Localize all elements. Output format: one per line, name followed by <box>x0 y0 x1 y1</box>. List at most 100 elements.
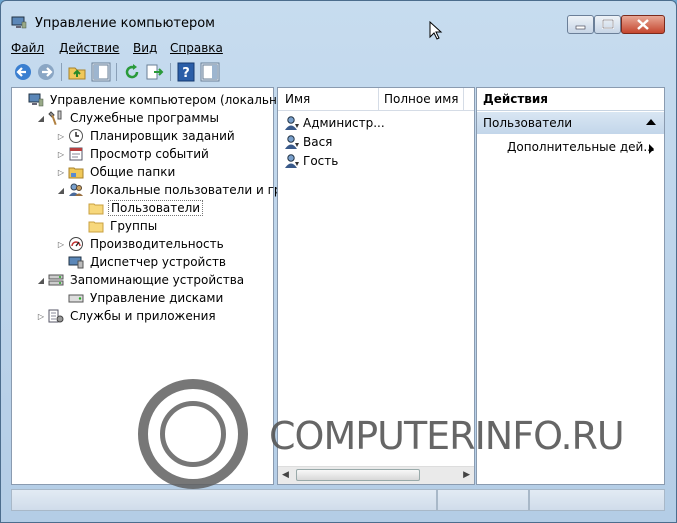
tree-item[interactable]: ◢ Служебные программы <box>36 109 221 127</box>
export-list-icon[interactable] <box>145 62 165 82</box>
list-header: Имя Полное имя <box>278 88 474 111</box>
menu-bar: Файл Действие Вид Справка <box>9 38 665 58</box>
user-icon <box>284 115 300 131</box>
tree-item-label: Диспетчер устройств <box>90 255 227 269</box>
user-icon <box>284 153 300 169</box>
collapse-up-icon <box>646 119 656 125</box>
scrollbar-thumb[interactable] <box>296 469 420 481</box>
tree-item[interactable]: ▷ Службы и приложения <box>36 307 218 325</box>
column-header-name[interactable]: Имя <box>285 92 310 106</box>
close-button[interactable] <box>621 15 665 34</box>
collapsed-arrow-icon[interactable]: ▷ <box>56 168 66 177</box>
collapsed-arrow-icon[interactable]: ▷ <box>56 240 66 249</box>
actions-header-label: Действия <box>483 92 549 106</box>
menu-file-label: Файл <box>11 41 45 55</box>
collapsed-arrow-icon[interactable]: ▷ <box>56 132 66 141</box>
tree-item[interactable]: ◢ Запоминающие устройства <box>36 271 246 289</box>
submenu-arrow-icon <box>649 144 654 154</box>
disk-management-icon <box>68 290 84 306</box>
expanded-arrow-icon[interactable]: ◢ <box>36 276 46 285</box>
menu-help[interactable]: Справка <box>170 41 223 55</box>
close-icon <box>637 19 649 30</box>
collapsed-arrow-icon[interactable]: ▷ <box>56 150 66 159</box>
user-list-row[interactable]: Вася <box>284 133 332 151</box>
column-divider[interactable] <box>463 88 464 110</box>
maximize-icon <box>602 19 614 29</box>
horizontal-scrollbar[interactable]: ◀ ▶ <box>278 466 474 484</box>
users-groups-icon <box>68 182 84 198</box>
tree-item[interactable]: ▷ Производительность <box>56 235 226 253</box>
tree-item[interactable]: Управление дисками <box>56 289 225 307</box>
folder-icon <box>88 218 104 234</box>
tree-item[interactable]: ▷ Планировщик заданий <box>56 127 237 145</box>
show-hide-action-pane-icon[interactable] <box>200 62 220 82</box>
expanded-arrow-icon[interactable]: ◢ <box>56 186 66 195</box>
tree-item-label: Пользователи <box>108 200 204 216</box>
folder-icon <box>88 200 104 216</box>
tree-item-label: Общие папки <box>90 165 176 179</box>
watermark-logo <box>138 379 248 489</box>
event-viewer-icon <box>68 146 84 162</box>
expanded-arrow-icon[interactable]: ◢ <box>36 114 46 123</box>
menu-action[interactable]: Действие <box>59 41 119 55</box>
status-cell <box>529 489 665 511</box>
menu-view-label: Вид <box>133 41 158 55</box>
maximize-button[interactable] <box>594 15 621 34</box>
window-title: Управление компьютером <box>35 16 215 31</box>
back-arrow-icon[interactable] <box>13 62 33 82</box>
title-bar[interactable]: Управление компьютером <box>1 1 676 37</box>
column-header-full-name[interactable]: Полное имя <box>384 92 459 106</box>
minimize-button[interactable] <box>567 15 594 34</box>
help-icon[interactable]: ? <box>176 62 196 82</box>
shared-folder-icon <box>68 164 84 180</box>
tree-item[interactable]: Управление компьютером (локальным) <box>16 91 302 109</box>
tree-item-label: Управление компьютером (локальным) <box>50 93 301 107</box>
menu-view[interactable]: Вид <box>133 41 157 55</box>
status-cell <box>437 489 529 511</box>
tree-item[interactable]: ▷ Просмотр событий <box>56 145 211 163</box>
tree-item-label: Служебные программы <box>70 111 219 125</box>
user-name: Администр... <box>303 116 385 130</box>
device-manager-icon <box>68 254 84 270</box>
refresh-icon[interactable] <box>122 62 142 82</box>
tree-item[interactable]: Диспетчер устройств <box>56 253 228 271</box>
toolbar-separator <box>116 63 117 81</box>
mouse-cursor-icon <box>429 21 443 40</box>
watermark-logo-ring <box>160 401 226 467</box>
menu-action-label: Действие <box>59 41 120 55</box>
menu-help-label: Справка <box>170 41 223 55</box>
toolbar-separator <box>170 63 171 81</box>
tree-item-label: Группы <box>110 219 158 233</box>
user-icon <box>284 134 300 150</box>
tree-item[interactable]: ▷ Общие папки <box>56 163 177 181</box>
column-divider[interactable] <box>378 88 379 110</box>
menu-file[interactable]: Файл <box>11 41 44 55</box>
computer-management-window: Управление компьютером Файл Действие Вид… <box>0 0 677 523</box>
collapsed-arrow-icon[interactable]: ▷ <box>36 312 46 321</box>
up-folder-icon[interactable] <box>67 62 87 82</box>
actions-section-label: Пользователи <box>483 116 573 130</box>
tree-item-label: Планировщик заданий <box>90 129 235 143</box>
services-icon <box>48 308 64 324</box>
actions-header: Действия <box>477 88 664 111</box>
more-actions-label: Дополнительные дей... <box>507 140 655 154</box>
actions-section-users[interactable]: Пользователи <box>477 112 664 134</box>
tree-item-label: Службы и приложения <box>70 309 216 323</box>
user-list-row[interactable]: Администр... <box>284 114 385 132</box>
forward-arrow-icon[interactable] <box>36 62 56 82</box>
tree-item-label: Запоминающие устройства <box>70 273 245 287</box>
user-list-row[interactable]: Гость <box>284 152 338 170</box>
watermark-text: COMPUTERINFO.RU <box>269 414 625 458</box>
tree-item[interactable]: Группы <box>76 217 159 235</box>
tree-item-label: Просмотр событий <box>90 147 209 161</box>
tree-item[interactable]: Пользователи <box>76 199 204 217</box>
more-actions-item[interactable]: Дополнительные дей... <box>507 140 662 158</box>
user-name: Вася <box>303 135 333 149</box>
user-name: Гость <box>303 154 339 168</box>
show-hide-tree-icon[interactable] <box>91 62 111 82</box>
tree-item-label: Производительность <box>90 237 224 251</box>
toolbar: ? <box>9 59 665 85</box>
scroll-right-icon[interactable]: ▶ <box>463 470 470 480</box>
scroll-left-icon[interactable]: ◀ <box>282 470 289 480</box>
performance-icon <box>68 236 84 252</box>
